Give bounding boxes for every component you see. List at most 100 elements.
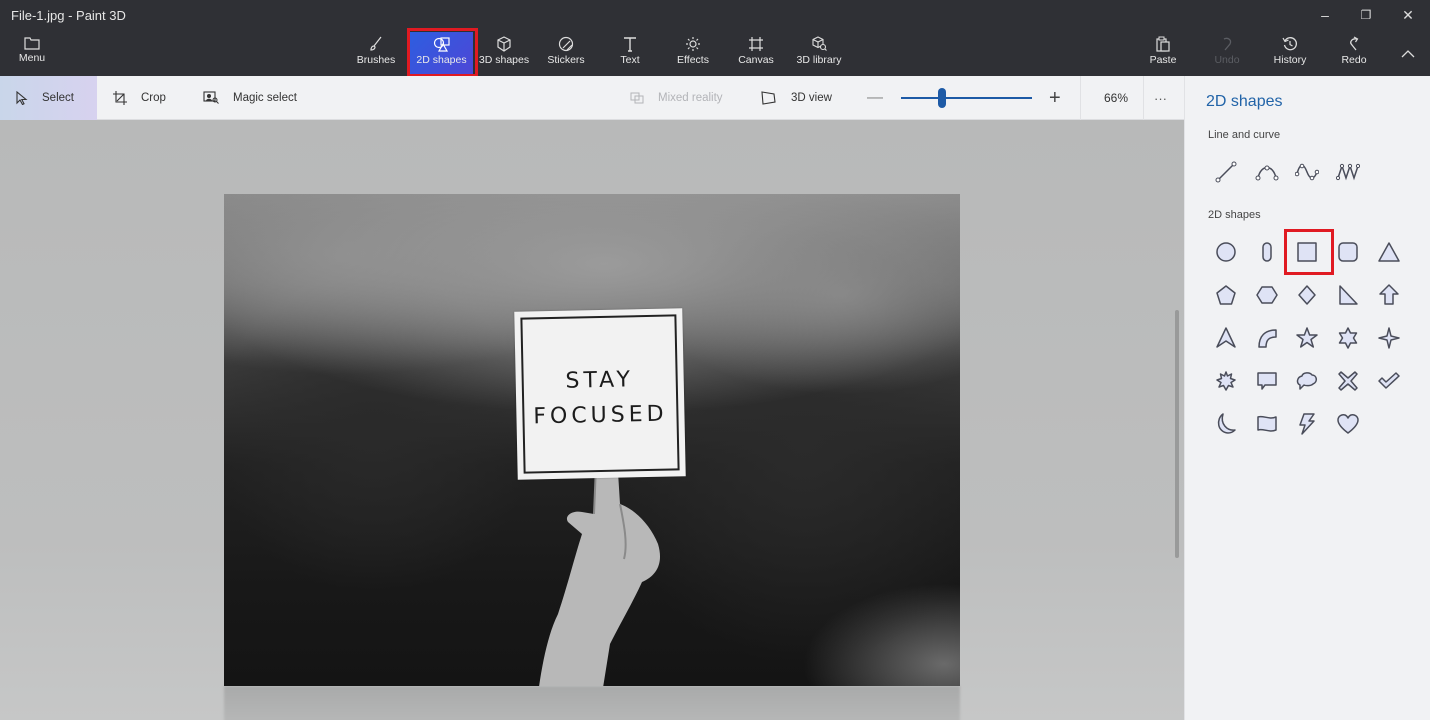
tab-3d-library[interactable]: 3D library [792,32,846,76]
redo-button[interactable]: Redo [1335,32,1373,76]
title-bar: File-1.jpg - Paint 3D – ❐ ✕ [0,0,1430,32]
s-curve-tool[interactable] [1290,155,1324,189]
brush-icon [370,36,382,51]
curve-tool[interactable] [1250,155,1284,189]
zoom-out-button[interactable]: — [867,76,883,120]
shape-thought-bubble[interactable] [1290,364,1324,398]
lightning-icon [1299,413,1315,435]
s-curve-icon [1295,163,1319,181]
shape-right-triangle[interactable] [1331,278,1365,312]
minimize-button[interactable]: – [1305,4,1345,26]
shape-burst[interactable] [1209,364,1243,398]
line-tool[interactable] [1209,155,1243,189]
restore-button[interactable]: ❐ [1346,4,1386,26]
undo-button[interactable]: Undo [1208,32,1246,76]
canvas-reflection [224,686,960,720]
triangle-icon [1378,242,1400,262]
collapse-ribbon-button[interactable] [1394,32,1422,76]
zoom-in-button[interactable]: + [1049,76,1061,120]
more-options-button[interactable]: ··· [1154,76,1167,120]
shape-triangle[interactable] [1372,235,1406,269]
shape-rounded-square[interactable] [1331,235,1365,269]
menu-button[interactable]: Menu [8,32,56,76]
zoom-slider-track[interactable] [901,97,1032,99]
paste-icon [1156,36,1170,52]
shape-arrow-up[interactable] [1372,278,1406,312]
2d-shapes-panel: 2D shapes Line and curve 2D shapes [1184,76,1430,720]
undo-icon [1223,37,1232,51]
shape-star-4[interactable] [1372,321,1406,355]
tab-brushes[interactable]: Brushes [352,32,400,76]
moon-icon [1217,413,1236,434]
shape-checkmark[interactable] [1372,364,1406,398]
canvas-icon [749,37,763,51]
shape-square[interactable] [1290,235,1324,269]
stickers-label: Stickers [547,54,585,66]
mixed-reality-icon [630,92,644,104]
thought-bubble-icon [1296,372,1317,390]
shape-speech-bubble[interactable] [1250,364,1284,398]
zoom-slider-thumb[interactable] [938,88,946,108]
checkmark-icon [1378,372,1400,389]
history-button[interactable]: History [1268,32,1312,76]
crop-label: Crop [141,92,166,104]
shape-banner[interactable] [1250,407,1284,441]
shape-heart[interactable] [1331,407,1365,441]
shape-diamond[interactable] [1290,278,1324,312]
rounded-square-icon [1338,242,1358,262]
mixed-reality-button[interactable]: Mixed reality [630,76,723,120]
shape-arrowhead[interactable] [1209,321,1243,355]
shape-star-5[interactable] [1290,321,1324,355]
magic-select-button[interactable]: Magic select [203,76,297,120]
tab-2d-shapes[interactable]: 2D shapes [410,32,473,76]
heart-icon [1337,414,1359,434]
tab-3d-shapes[interactable]: 3D shapes [478,32,530,76]
stay-focused-card: STAY FOCUSED [514,308,686,480]
shape-pill[interactable] [1250,235,1284,269]
paste-button[interactable]: Paste [1144,32,1182,76]
square-icon [1297,242,1317,262]
3d-library-label: 3D library [796,54,842,66]
canvas-workspace[interactable]: STAY FOCUSED [0,120,1184,720]
divider [1143,76,1144,120]
line-and-curve-heading: Line and curve [1208,129,1281,141]
arrow-up-icon [1379,284,1399,305]
vertical-scrollbar[interactable] [1175,310,1179,558]
burst-icon [1216,371,1236,391]
shape-moon[interactable] [1209,407,1243,441]
shape-quarter-arc[interactable] [1250,321,1284,355]
sticker-icon [558,36,574,52]
canvas-image[interactable]: STAY FOCUSED [224,194,960,686]
tab-text[interactable]: Text [610,32,650,76]
ribbon: Menu Brushes 2D shapes 3D shapes Sticker… [0,28,1430,77]
diamond-icon [1298,285,1316,305]
tab-canvas[interactable]: Canvas [735,32,777,76]
undo-label: Undo [1214,54,1240,66]
shape-circle[interactable] [1209,235,1243,269]
menu-label: Menu [18,52,46,64]
x-mark-icon [1338,371,1358,391]
tab-effects[interactable]: Effects [672,32,714,76]
shape-x-mark[interactable] [1331,364,1365,398]
divider [1080,76,1081,120]
2d-shapes-label: 2D shapes [416,54,467,66]
shape-pentagon[interactable] [1209,278,1243,312]
tool-options-bar: Select Crop Magic select Mixed reality 3… [0,76,1184,120]
shape-star-6[interactable] [1331,321,1365,355]
crop-button[interactable]: Crop [113,76,166,120]
card-text-line1: STAY [565,367,635,394]
zoom-level[interactable]: 66% [1104,76,1128,120]
shape-lightning[interactable] [1290,407,1324,441]
circle-icon [1216,242,1236,262]
select-button[interactable]: Select [0,76,97,120]
quarter-arc-icon [1258,329,1277,348]
2d-shapes-heading: 2D shapes [1208,209,1261,221]
cube-icon [497,36,511,52]
wave-tool[interactable] [1331,155,1365,189]
tab-stickers[interactable]: Stickers [542,32,590,76]
shape-hexagon[interactable] [1250,278,1284,312]
3d-view-button[interactable]: 3D view [761,76,832,120]
star-4-icon [1378,327,1400,349]
close-button[interactable]: ✕ [1388,4,1428,26]
pill-icon [1262,242,1272,262]
